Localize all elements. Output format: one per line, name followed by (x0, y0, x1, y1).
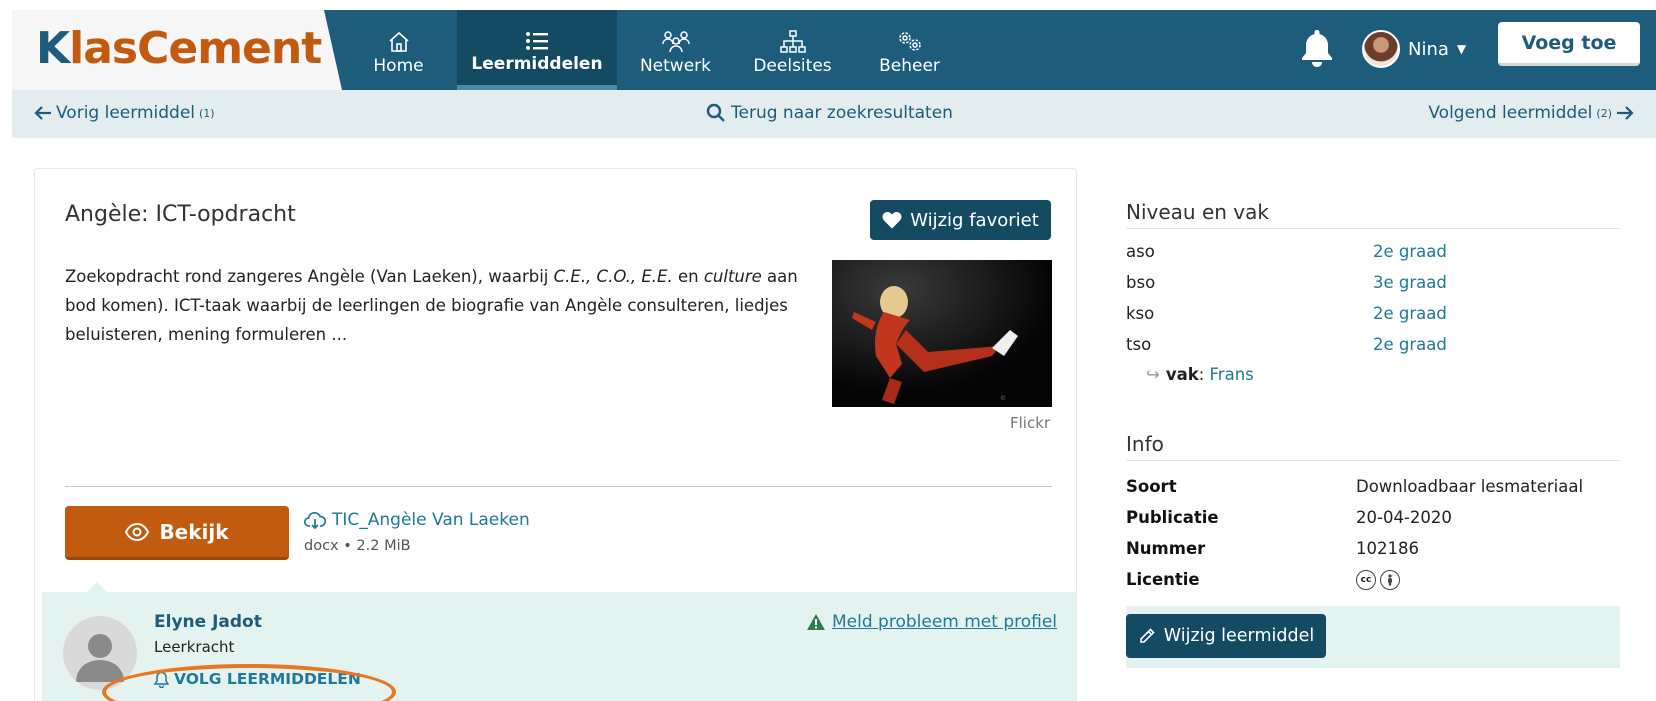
subject-link[interactable]: Frans (1210, 365, 1254, 384)
nav-item-beheer[interactable]: Beheer (851, 10, 968, 90)
license-icons[interactable]: cc (1356, 570, 1400, 590)
file-meta-separator: • (343, 538, 352, 554)
info-heading: Info (1126, 432, 1620, 461)
heart-icon (882, 212, 902, 229)
favorite-button[interactable]: Wijzig favoriet (870, 200, 1051, 240)
search-icon (706, 103, 725, 122)
attribution-icon (1380, 570, 1400, 590)
info-value: 20-04-2020 (1356, 508, 1452, 527)
level-grade-link[interactable]: 2e graad (1373, 335, 1447, 354)
previous-resource-link[interactable]: Vorig leermiddel (1) (34, 103, 215, 123)
klascement-logo[interactable]: KlasCement (36, 24, 322, 74)
list-icon (525, 22, 549, 52)
nav-label: Beheer (879, 56, 940, 76)
edit-resource-label: Wijzig leermiddel (1163, 626, 1315, 646)
previous-resource-label: Vorig leermiddel (56, 103, 195, 123)
level-name: tso (1126, 335, 1152, 354)
view-button[interactable]: Bekijk (65, 506, 289, 560)
nav-item-deelsites[interactable]: Deelsites (734, 10, 851, 90)
nav-label: Deelsites (753, 56, 832, 76)
level-name: aso (1126, 242, 1155, 261)
pencil-icon (1139, 628, 1155, 643)
divider (65, 486, 1052, 487)
svg-text:©: © (1000, 395, 1006, 402)
level-name: bso (1126, 273, 1156, 292)
gears-icon (896, 24, 924, 54)
author-role: Leerkracht (154, 638, 235, 656)
favorite-button-label: Wijzig favoriet (910, 209, 1039, 231)
author-panel-pointer (86, 582, 108, 593)
subject-colon: : (1198, 365, 1205, 384)
subject-arrow-icon: ↪ (1146, 365, 1160, 384)
resource-thumbnail[interactable]: © (832, 260, 1052, 407)
edit-resource-button[interactable]: Wijzig leermiddel (1126, 614, 1326, 658)
nav-label: Home (373, 56, 424, 76)
back-to-results-link[interactable]: Terug naar zoekresultaten (706, 103, 953, 123)
resource-navigation-bar: Vorig leermiddel (1) Terug naar zoekresu… (12, 90, 1656, 138)
file-size: 2.2 MiB (356, 538, 411, 554)
file-meta: docx • 2.2 MiB (304, 538, 411, 554)
cloud-download-icon (304, 511, 326, 529)
notifications-bell-icon[interactable] (1300, 28, 1334, 72)
info-key: Publicatie (1126, 508, 1219, 527)
report-profile-label: Meld probleem met profiel (832, 612, 1058, 632)
report-profile-link[interactable]: Meld probleem met profiel (806, 612, 1057, 632)
next-resource-count: (2) (1596, 106, 1612, 120)
main-nav: Home Leermiddelen Netwerk Deelsites Behe… (340, 10, 968, 90)
level-name: kso (1126, 304, 1155, 323)
file-type: docx (304, 538, 339, 554)
nav-item-leermiddelen[interactable]: Leermiddelen (457, 10, 617, 90)
user-avatar (1362, 30, 1400, 68)
resource-description: Zoekopdracht rond zangeres Angèle (Van L… (65, 267, 798, 344)
level-grade-link[interactable]: 2e graad (1373, 304, 1447, 323)
resource-title: Angèle: ICT-opdracht (65, 202, 296, 227)
user-menu[interactable]: Nina ▼ (1362, 30, 1466, 68)
chevron-down-icon: ▼ (1456, 42, 1467, 56)
info-key: Soort (1126, 477, 1177, 496)
nav-label: Leermiddelen (471, 53, 603, 74)
sitemap-icon (779, 24, 807, 54)
info-key: Licentie (1126, 570, 1200, 589)
warning-icon (807, 614, 825, 630)
info-key: Nummer (1126, 539, 1206, 558)
arrow-left-icon (34, 106, 51, 120)
home-icon (387, 24, 411, 54)
file-name: TIC_Angèle Van Laeken (332, 510, 530, 530)
level-subject-heading: Niveau en vak (1126, 200, 1620, 229)
image-source-label[interactable]: Flickr (1010, 414, 1050, 432)
view-button-label: Bekijk (159, 519, 229, 544)
eye-icon (125, 522, 150, 541)
add-button[interactable]: Voeg toe (1498, 22, 1640, 66)
logo-area[interactable]: KlasCement (12, 10, 342, 90)
subject-label: vak (1165, 365, 1199, 384)
creative-commons-icon: cc (1356, 570, 1376, 590)
previous-resource-count: (1) (199, 106, 215, 120)
info-value: 102186 (1356, 539, 1419, 558)
subject-row: ↪ vak: Frans (1146, 365, 1254, 384)
level-grade-link[interactable]: 3e graad (1373, 273, 1447, 292)
nav-label: Netwerk (639, 56, 712, 76)
info-value: Downloadbaar lesmateriaal (1356, 477, 1584, 496)
level-grade-link[interactable]: 2e graad (1373, 242, 1447, 261)
nav-item-home[interactable]: Home (340, 10, 457, 90)
user-name: Nina (1408, 38, 1449, 60)
nav-item-netwerk[interactable]: Netwerk (617, 10, 734, 90)
author-name[interactable]: Elyne Jadot (154, 612, 262, 632)
top-header: KlasCement Home Leermiddelen Netwerk Dee… (12, 10, 1656, 90)
back-to-results-label: Terug naar zoekresultaten (731, 103, 953, 123)
download-file-link[interactable]: TIC_Angèle Van Laeken (304, 510, 530, 530)
arrow-right-icon (1617, 106, 1634, 120)
people-icon (661, 24, 691, 54)
next-resource-link[interactable]: Volgend leermiddel (2) (1428, 103, 1634, 123)
next-resource-label: Volgend leermiddel (1428, 103, 1593, 123)
